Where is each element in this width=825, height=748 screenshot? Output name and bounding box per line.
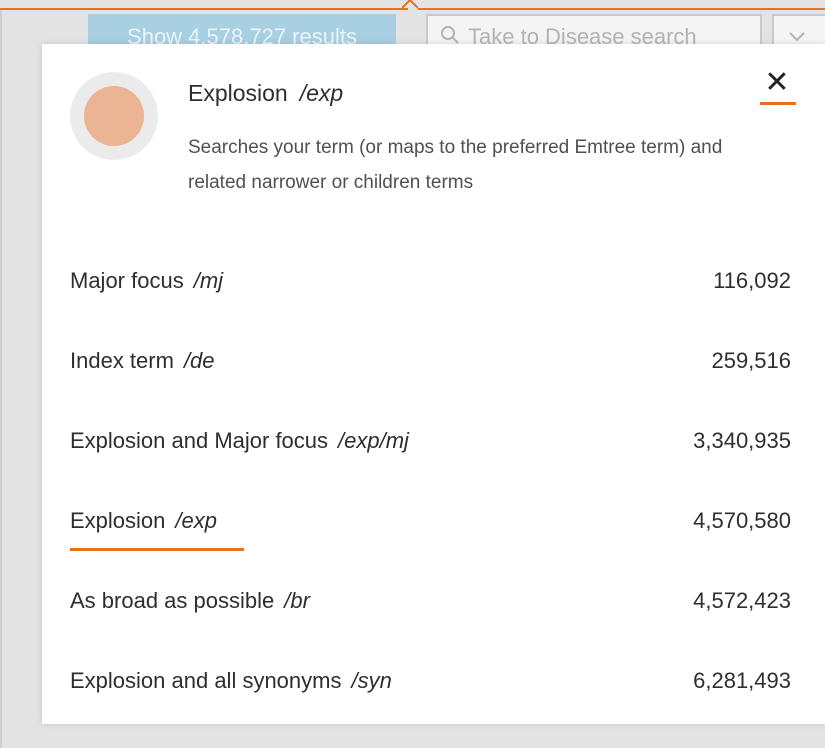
close-button[interactable]: ✕ xyxy=(754,64,800,106)
option-label-text: Index term xyxy=(70,348,174,373)
option-label-text: As broad as possible xyxy=(70,588,275,613)
top-border-left xyxy=(0,0,408,10)
options-list: Major focus/mj 116,092 Index term/de 259… xyxy=(42,240,825,720)
popup-pointer xyxy=(402,0,418,10)
popup-title-tag: /exp xyxy=(299,80,344,106)
option-label-text: Major focus xyxy=(70,268,184,293)
subheading-popup: ✕ Explosion/exp Searches your term (or m… xyxy=(42,44,825,724)
swatch-inner xyxy=(84,86,144,146)
close-underline xyxy=(760,102,796,105)
option-label: Explosion and all synonyms/syn xyxy=(70,668,392,694)
option-label: Explosion and Major focus/exp/mj xyxy=(70,428,409,454)
top-border-right xyxy=(418,0,825,10)
option-count: 6,281,493 xyxy=(693,668,791,693)
close-icon: ✕ xyxy=(764,66,790,99)
option-count: 116,092 xyxy=(713,268,791,293)
option-label: Explosion/exp xyxy=(70,508,217,534)
option-row-as-broad-as-possible[interactable]: As broad as possible/br 4,572,423 xyxy=(42,560,825,640)
option-label-text: Explosion and Major focus xyxy=(70,428,329,453)
option-label: Index term/de xyxy=(70,348,215,374)
page-left-edge xyxy=(0,10,2,748)
option-label-text: Explosion and all synonyms xyxy=(70,668,342,693)
option-row-explosion[interactable]: Explosion/exp 4,570,580 xyxy=(42,480,825,560)
option-tag: /exp xyxy=(175,508,217,533)
option-row-explosion-major-focus[interactable]: Explosion and Major focus/exp/mj 3,340,9… xyxy=(42,400,825,480)
option-label: Major focus/mj xyxy=(70,268,223,294)
option-tag: /exp/mj xyxy=(338,428,409,453)
popup-title-text: Explosion xyxy=(188,80,288,106)
option-count: 4,572,423 xyxy=(693,588,791,613)
option-label-text: Explosion xyxy=(70,508,166,533)
option-row-explosion-all-synonyms[interactable]: Explosion and all synonyms/syn 6,281,493 xyxy=(42,640,825,720)
option-label: As broad as possible/br xyxy=(70,588,310,614)
option-tag: /br xyxy=(284,588,310,613)
option-count: 4,570,580 xyxy=(693,508,791,533)
popup-description: Searches your term (or maps to the prefe… xyxy=(188,137,723,193)
option-count: 3,340,935 xyxy=(693,428,791,453)
popup-title: Explosion/exp xyxy=(188,80,343,107)
option-tag: /mj xyxy=(193,268,224,293)
option-count: 259,516 xyxy=(711,348,791,373)
option-row-major-focus[interactable]: Major focus/mj 116,092 xyxy=(42,240,825,320)
selected-underline xyxy=(70,548,244,551)
option-tag: /de xyxy=(183,348,215,373)
circle-swatch-icon xyxy=(70,72,158,160)
option-tag: /syn xyxy=(351,668,392,693)
option-row-index-term[interactable]: Index term/de 259,516 xyxy=(42,320,825,400)
